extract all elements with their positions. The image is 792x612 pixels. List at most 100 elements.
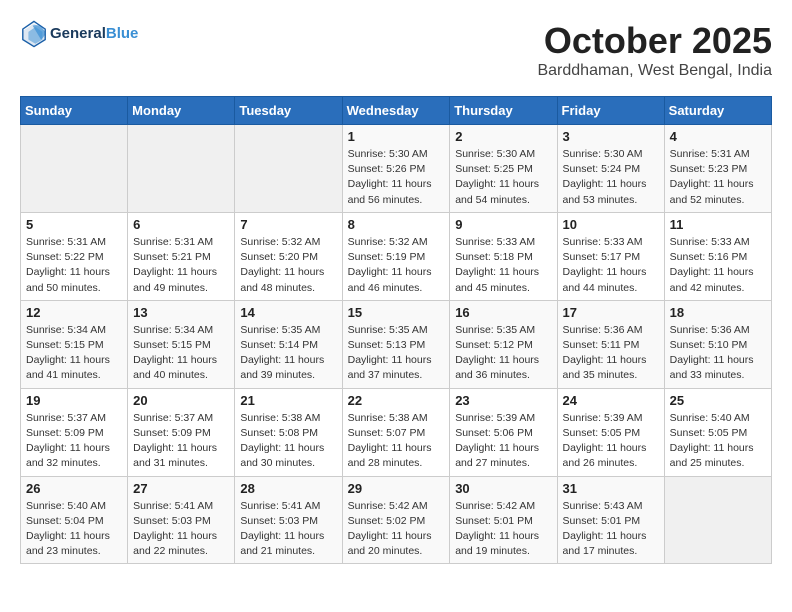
- weekday-header-monday: Monday: [128, 97, 235, 125]
- day-info: Sunrise: 5:31 AM Sunset: 5:23 PM Dayligh…: [670, 147, 766, 208]
- day-info: Sunrise: 5:31 AM Sunset: 5:21 PM Dayligh…: [133, 235, 229, 296]
- location-subtitle: Barddhaman, West Bengal, India: [537, 62, 772, 80]
- calendar-cell: [235, 125, 342, 213]
- day-info: Sunrise: 5:39 AM Sunset: 5:06 PM Dayligh…: [455, 411, 551, 472]
- day-info: Sunrise: 5:43 AM Sunset: 5:01 PM Dayligh…: [563, 499, 659, 560]
- weekday-header-sunday: Sunday: [21, 97, 128, 125]
- day-number: 26: [26, 481, 122, 496]
- day-info: Sunrise: 5:30 AM Sunset: 5:25 PM Dayligh…: [455, 147, 551, 208]
- day-number: 30: [455, 481, 551, 496]
- day-number: 6: [133, 217, 229, 232]
- day-number: 24: [563, 393, 659, 408]
- calendar-cell: 24 Sunrise: 5:39 AM Sunset: 5:05 PM Dayli…: [557, 388, 664, 476]
- day-number: 3: [563, 129, 659, 144]
- day-number: 13: [133, 305, 229, 320]
- calendar-cell: 6 Sunrise: 5:31 AM Sunset: 5:21 PM Daylig…: [128, 212, 235, 300]
- day-info: Sunrise: 5:32 AM Sunset: 5:20 PM Dayligh…: [240, 235, 336, 296]
- day-number: 1: [348, 129, 445, 144]
- day-number: 12: [26, 305, 122, 320]
- calendar-cell: 14 Sunrise: 5:35 AM Sunset: 5:14 PM Dayli…: [235, 300, 342, 388]
- calendar-cell: 5 Sunrise: 5:31 AM Sunset: 5:22 PM Daylig…: [21, 212, 128, 300]
- weekday-header-thursday: Thursday: [450, 97, 557, 125]
- day-number: 29: [348, 481, 445, 496]
- day-info: Sunrise: 5:38 AM Sunset: 5:08 PM Dayligh…: [240, 411, 336, 472]
- day-info: Sunrise: 5:35 AM Sunset: 5:14 PM Dayligh…: [240, 323, 336, 384]
- day-info: Sunrise: 5:40 AM Sunset: 5:04 PM Dayligh…: [26, 499, 122, 560]
- day-number: 22: [348, 393, 445, 408]
- calendar-table: SundayMondayTuesdayWednesdayThursdayFrid…: [20, 96, 772, 564]
- weekday-header-saturday: Saturday: [664, 97, 771, 125]
- day-info: Sunrise: 5:37 AM Sunset: 5:09 PM Dayligh…: [26, 411, 122, 472]
- day-number: 15: [348, 305, 445, 320]
- day-number: 11: [670, 217, 766, 232]
- calendar-cell: 7 Sunrise: 5:32 AM Sunset: 5:20 PM Daylig…: [235, 212, 342, 300]
- calendar-cell: 16 Sunrise: 5:35 AM Sunset: 5:12 PM Dayli…: [450, 300, 557, 388]
- day-number: 20: [133, 393, 229, 408]
- logo-blue: Blue: [106, 25, 139, 42]
- calendar-cell: 30 Sunrise: 5:42 AM Sunset: 5:01 PM Dayli…: [450, 476, 557, 564]
- calendar-cell: 23 Sunrise: 5:39 AM Sunset: 5:06 PM Dayli…: [450, 388, 557, 476]
- calendar-cell: 10Sunrise: 5:33 AM Sunset: 5:17 PM Dayli…: [557, 212, 664, 300]
- day-info: Sunrise: 5:34 AM Sunset: 5:15 PM Dayligh…: [133, 323, 229, 384]
- calendar-cell: 18Sunrise: 5:36 AM Sunset: 5:10 PM Dayli…: [664, 300, 771, 388]
- day-info: Sunrise: 5:31 AM Sunset: 5:22 PM Dayligh…: [26, 235, 122, 296]
- day-number: 23: [455, 393, 551, 408]
- day-number: 5: [26, 217, 122, 232]
- day-info: Sunrise: 5:42 AM Sunset: 5:02 PM Dayligh…: [348, 499, 445, 560]
- logo: GeneralBlue: [20, 20, 138, 48]
- day-info: Sunrise: 5:33 AM Sunset: 5:17 PM Dayligh…: [563, 235, 659, 296]
- day-number: 31: [563, 481, 659, 496]
- day-number: 4: [670, 129, 766, 144]
- weekday-header-row: SundayMondayTuesdayWednesdayThursdayFrid…: [21, 97, 772, 125]
- title-block: October 2025 Barddhaman, West Bengal, In…: [537, 20, 772, 80]
- day-number: 14: [240, 305, 336, 320]
- day-info: Sunrise: 5:30 AM Sunset: 5:24 PM Dayligh…: [563, 147, 659, 208]
- calendar-cell: 13 Sunrise: 5:34 AM Sunset: 5:15 PM Dayli…: [128, 300, 235, 388]
- day-number: 25: [670, 393, 766, 408]
- calendar-cell: 25 Sunrise: 5:40 AM Sunset: 5:05 PM Dayli…: [664, 388, 771, 476]
- calendar-week-row: 1 Sunrise: 5:30 AM Sunset: 5:26 PM Daylig…: [21, 125, 772, 213]
- day-number: 8: [348, 217, 445, 232]
- calendar-cell: 19 Sunrise: 5:37 AM Sunset: 5:09 PM Dayli…: [21, 388, 128, 476]
- calendar-week-row: 26 Sunrise: 5:40 AM Sunset: 5:04 PM Dayli…: [21, 476, 772, 564]
- page-header: GeneralBlue October 2025 Barddhaman, Wes…: [20, 20, 772, 80]
- day-info: Sunrise: 5:38 AM Sunset: 5:07 PM Dayligh…: [348, 411, 445, 472]
- logo-general: General: [50, 25, 106, 42]
- day-info: Sunrise: 5:32 AM Sunset: 5:19 PM Dayligh…: [348, 235, 445, 296]
- calendar-cell: 20Sunrise: 5:37 AM Sunset: 5:09 PM Dayli…: [128, 388, 235, 476]
- calendar-cell: 26 Sunrise: 5:40 AM Sunset: 5:04 PM Dayli…: [21, 476, 128, 564]
- logo-icon: [20, 20, 48, 48]
- calendar-cell: [21, 125, 128, 213]
- day-info: Sunrise: 5:35 AM Sunset: 5:13 PM Dayligh…: [348, 323, 445, 384]
- day-info: Sunrise: 5:42 AM Sunset: 5:01 PM Dayligh…: [455, 499, 551, 560]
- day-info: Sunrise: 5:41 AM Sunset: 5:03 PM Dayligh…: [240, 499, 336, 560]
- day-number: 28: [240, 481, 336, 496]
- calendar-cell: [664, 476, 771, 564]
- calendar-week-row: 19 Sunrise: 5:37 AM Sunset: 5:09 PM Dayli…: [21, 388, 772, 476]
- calendar-cell: 29 Sunrise: 5:42 AM Sunset: 5:02 PM Dayli…: [342, 476, 450, 564]
- calendar-cell: 17Sunrise: 5:36 AM Sunset: 5:11 PM Dayli…: [557, 300, 664, 388]
- day-number: 9: [455, 217, 551, 232]
- calendar-cell: 15 Sunrise: 5:35 AM Sunset: 5:13 PM Dayli…: [342, 300, 450, 388]
- weekday-header-friday: Friday: [557, 97, 664, 125]
- weekday-header-wednesday: Wednesday: [342, 97, 450, 125]
- day-info: Sunrise: 5:40 AM Sunset: 5:05 PM Dayligh…: [670, 411, 766, 472]
- day-info: Sunrise: 5:30 AM Sunset: 5:26 PM Dayligh…: [348, 147, 445, 208]
- day-number: 2: [455, 129, 551, 144]
- calendar-cell: 9Sunrise: 5:33 AM Sunset: 5:18 PM Daylig…: [450, 212, 557, 300]
- calendar-cell: 12Sunrise: 5:34 AM Sunset: 5:15 PM Dayli…: [21, 300, 128, 388]
- day-info: Sunrise: 5:39 AM Sunset: 5:05 PM Dayligh…: [563, 411, 659, 472]
- weekday-header-tuesday: Tuesday: [235, 97, 342, 125]
- day-number: 16: [455, 305, 551, 320]
- day-number: 19: [26, 393, 122, 408]
- calendar-cell: [128, 125, 235, 213]
- calendar-cell: 21 Sunrise: 5:38 AM Sunset: 5:08 PM Dayli…: [235, 388, 342, 476]
- calendar-cell: 3 Sunrise: 5:30 AM Sunset: 5:24 PM Daylig…: [557, 125, 664, 213]
- day-info: Sunrise: 5:36 AM Sunset: 5:11 PM Dayligh…: [563, 323, 659, 384]
- calendar-cell: 31 Sunrise: 5:43 AM Sunset: 5:01 PM Dayli…: [557, 476, 664, 564]
- day-info: Sunrise: 5:35 AM Sunset: 5:12 PM Dayligh…: [455, 323, 551, 384]
- month-title: October 2025: [537, 20, 772, 62]
- calendar-cell: 11Sunrise: 5:33 AM Sunset: 5:16 PM Dayli…: [664, 212, 771, 300]
- day-number: 7: [240, 217, 336, 232]
- day-number: 21: [240, 393, 336, 408]
